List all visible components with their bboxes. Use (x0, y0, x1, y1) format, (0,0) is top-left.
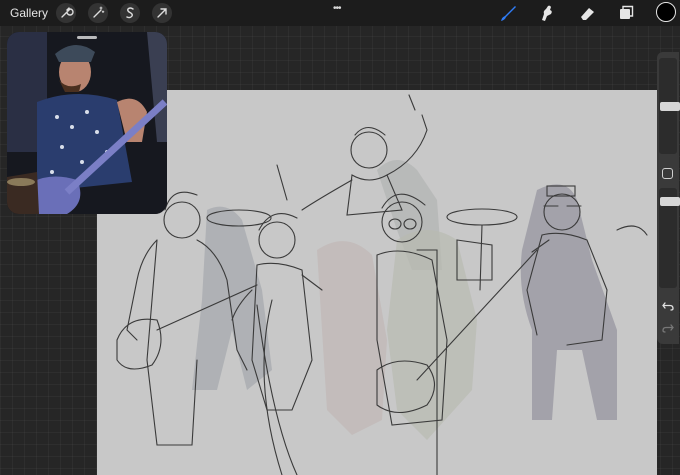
video-drag-handle[interactable] (77, 36, 97, 39)
brush-opacity-slider[interactable] (659, 188, 680, 288)
band-sketch-artwork (116, 94, 648, 475)
drawing-canvas[interactable] (97, 90, 657, 475)
side-toolbar (657, 52, 680, 344)
smudge-icon[interactable] (536, 2, 558, 24)
top-toolbar: Gallery ••• (0, 0, 680, 26)
layers-icon[interactable] (615, 2, 637, 24)
transform-arrow-icon[interactable] (152, 3, 172, 23)
brush-size-thumb[interactable] (660, 102, 680, 111)
eraser-icon[interactable] (576, 2, 598, 24)
undo-icon[interactable] (660, 298, 676, 314)
brush-opacity-thumb[interactable] (660, 197, 680, 206)
reference-video-window[interactable] (7, 32, 167, 214)
color-picker-button[interactable] (656, 2, 676, 22)
video-reference-icon (7, 32, 167, 214)
magic-wand-icon[interactable] (88, 3, 108, 23)
more-options-icon[interactable]: ••• (333, 3, 341, 14)
redo-icon[interactable] (660, 320, 676, 336)
brush-size-slider[interactable] (659, 58, 680, 154)
wrench-icon[interactable] (56, 3, 76, 23)
brush-icon[interactable] (497, 2, 519, 24)
gallery-button[interactable]: Gallery (10, 6, 48, 20)
selection-s-icon[interactable] (120, 3, 140, 23)
modify-square-icon[interactable] (662, 168, 673, 179)
